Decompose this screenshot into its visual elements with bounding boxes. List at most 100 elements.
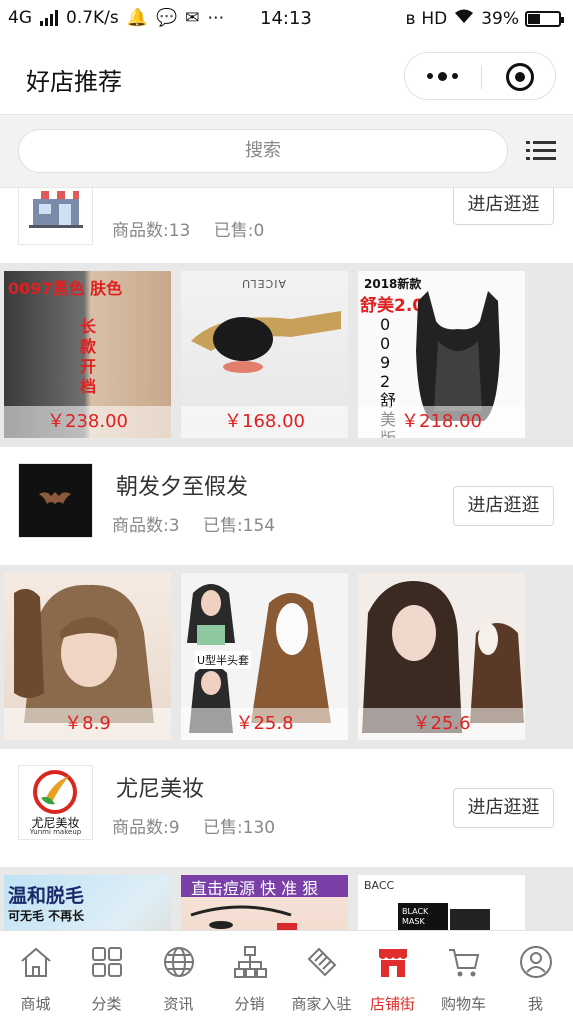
shop-logo[interactable] xyxy=(18,188,93,245)
product-tag: BACC xyxy=(364,879,395,892)
product-card[interactable]: U型半头套 ￥25.8 xyxy=(181,573,348,740)
mail-icon: ✉ xyxy=(185,8,200,28)
logo-subtext: Yunmi makeup xyxy=(29,828,82,836)
tab-merchant-join[interactable]: 商家入驻 xyxy=(286,931,357,1019)
goods-count: 商品数:13 xyxy=(112,221,191,241)
capsule-divider xyxy=(481,65,482,89)
goods-count: 商品数:3 xyxy=(112,516,180,536)
wechat-icon: 💬 xyxy=(155,8,178,28)
tab-category[interactable]: 分类 xyxy=(71,931,142,1019)
tab-label: 我 xyxy=(527,995,543,1013)
product-price: ￥168.00 xyxy=(181,406,348,438)
product-tag: 长款开档 xyxy=(80,317,97,396)
notification-icon: 🔔 xyxy=(126,8,148,28)
shop-card: 尤尼美妆 Yunmi makeup 尤尼美妆 商品数:9 已售:130 进店逛逛 xyxy=(0,749,573,867)
cart-icon xyxy=(449,949,480,977)
product-card[interactable]: 2018新款 舒美2.0 0092舒美版 ￥218.00 xyxy=(358,271,525,438)
search-input[interactable]: 搜索 xyxy=(18,129,508,173)
miniprogram-capsule xyxy=(404,52,556,100)
hierarchy-icon xyxy=(234,946,267,978)
handshake-icon xyxy=(307,947,337,977)
product-card[interactable]: ￥8.9 xyxy=(4,573,171,740)
visit-shop-button[interactable]: 进店逛逛 xyxy=(453,788,554,828)
visit-shop-button[interactable]: 进店逛逛 xyxy=(453,486,554,526)
tab-label: 分销 xyxy=(234,995,265,1013)
product-tag: 温和脱毛 xyxy=(8,885,85,907)
sold-count: 已售:0 xyxy=(213,221,265,241)
net-speed: 0.7K/s xyxy=(66,8,119,28)
tab-label: 商城 xyxy=(20,995,51,1013)
product-card[interactable]: BACC BLACK MASK xyxy=(358,875,525,930)
shop-meta: 商品数:3 已售:154 xyxy=(112,511,293,536)
status-left: 4G 0.7K/s 🔔 💬 ✉ ⋯ xyxy=(8,8,224,28)
shop-name: 朝发夕至假发 xyxy=(116,475,249,500)
shop-list: 商品数:13 已售:0 进店逛逛 0097黑色 肤色 长款开档 ￥238.00 … xyxy=(0,188,573,930)
shop-logo[interactable] xyxy=(18,463,93,538)
product-tag: 0097黑色 肤色 xyxy=(8,279,123,298)
shop-products: 0097黑色 肤色 长款开档 ￥238.00 AICELU ￥168.00 20… xyxy=(0,263,573,447)
cell-signal-icon xyxy=(40,10,58,26)
tab-label: 资讯 xyxy=(163,995,194,1013)
product-card[interactable]: 直击痘源 快 准 狠 xyxy=(181,875,348,930)
tab-distribution[interactable]: 分销 xyxy=(214,931,285,1019)
product-image xyxy=(190,905,297,930)
grid-icon xyxy=(92,947,122,977)
more-menu-icon[interactable] xyxy=(427,71,458,81)
tab-label: 店铺街 xyxy=(369,995,415,1013)
shop-products: ￥8.9 U型半头套 ￥25.8 ￥25.6 xyxy=(0,565,573,749)
tab-label: 商家入驻 xyxy=(291,995,352,1013)
hd-label: HD xyxy=(421,8,448,29)
shop-meta: 商品数:9 已售:130 xyxy=(112,813,293,838)
product-price: ￥25.6 xyxy=(358,708,525,740)
close-target-icon[interactable] xyxy=(506,63,534,91)
product-tag: 可无毛 不再长 xyxy=(8,909,85,923)
battery-percent: 39% xyxy=(481,8,519,29)
tab-shop-street[interactable]: 店铺街 xyxy=(357,931,428,1019)
list-menu-icon[interactable] xyxy=(526,137,556,165)
tab-label: 购物车 xyxy=(440,995,486,1013)
page-title: 好店推荐 xyxy=(26,68,122,96)
tab-mall[interactable]: 商城 xyxy=(0,931,71,1019)
product-card[interactable]: 温和脱毛 可无毛 不再长 xyxy=(4,875,171,930)
tab-label: 分类 xyxy=(91,995,122,1013)
product-price: ￥8.9 xyxy=(4,708,171,740)
shop-meta: 商品数:13 已售:0 xyxy=(112,216,282,241)
product-card[interactable]: AICELU ￥168.00 xyxy=(181,271,348,438)
search-bar: 搜索 xyxy=(0,114,573,188)
tab-news[interactable]: 资讯 xyxy=(143,931,214,1019)
visit-shop-button[interactable]: 进店逛逛 xyxy=(453,188,554,225)
shop-logo[interactable]: 尤尼美妆 Yunmi makeup xyxy=(18,765,93,840)
product-card[interactable]: ￥25.6 xyxy=(358,573,525,740)
shop-icon xyxy=(379,949,407,977)
title-bar: 好店推荐 xyxy=(0,38,573,114)
shop-name: 尤尼美妆 xyxy=(116,777,205,802)
battery-icon xyxy=(525,10,564,27)
more-dots-icon: ⋯ xyxy=(207,8,225,28)
product-image xyxy=(450,909,490,930)
shop-card: 朝发夕至假发 商品数:3 已售:154 进店逛逛 xyxy=(0,447,573,565)
yunmi-logo-icon xyxy=(33,770,77,814)
bat-logo-icon xyxy=(39,492,71,504)
product-card[interactable]: 0097黑色 肤色 长款开档 ￥238.00 xyxy=(4,271,171,438)
sold-count: 已售:130 xyxy=(202,818,276,838)
shop-card: 商品数:13 已售:0 进店逛逛 xyxy=(0,188,573,263)
product-tag: U型半头套 xyxy=(195,651,252,669)
user-icon xyxy=(520,946,552,978)
goods-count: 商品数:9 xyxy=(112,818,180,838)
product-price: ￥25.8 xyxy=(181,708,348,740)
status-right: ʙ HD 39% xyxy=(405,8,564,29)
home-icon xyxy=(21,947,51,977)
sold-count: 已售:154 xyxy=(202,516,276,536)
tab-me[interactable]: 我 xyxy=(500,931,571,1019)
product-tag: BLACK MASK xyxy=(402,907,429,926)
clock: 14:13 xyxy=(260,8,312,29)
wifi-icon xyxy=(453,8,475,29)
tab-cart[interactable]: 购物车 xyxy=(428,931,499,1019)
product-price: ￥218.00 xyxy=(358,406,525,438)
shop-products: 温和脱毛 可无毛 不再长 直击痘源 快 准 狠 BACC BLACK MASK xyxy=(0,867,573,930)
bluetooth-icon: ʙ xyxy=(405,8,416,29)
signal-label: 4G xyxy=(8,8,32,28)
storefront-icon xyxy=(29,191,83,228)
product-price: ￥238.00 xyxy=(4,406,171,438)
bottom-tab-bar: 商城 分类 资讯 分销 商家入驻 店铺街 购物车 我 xyxy=(0,930,573,1018)
